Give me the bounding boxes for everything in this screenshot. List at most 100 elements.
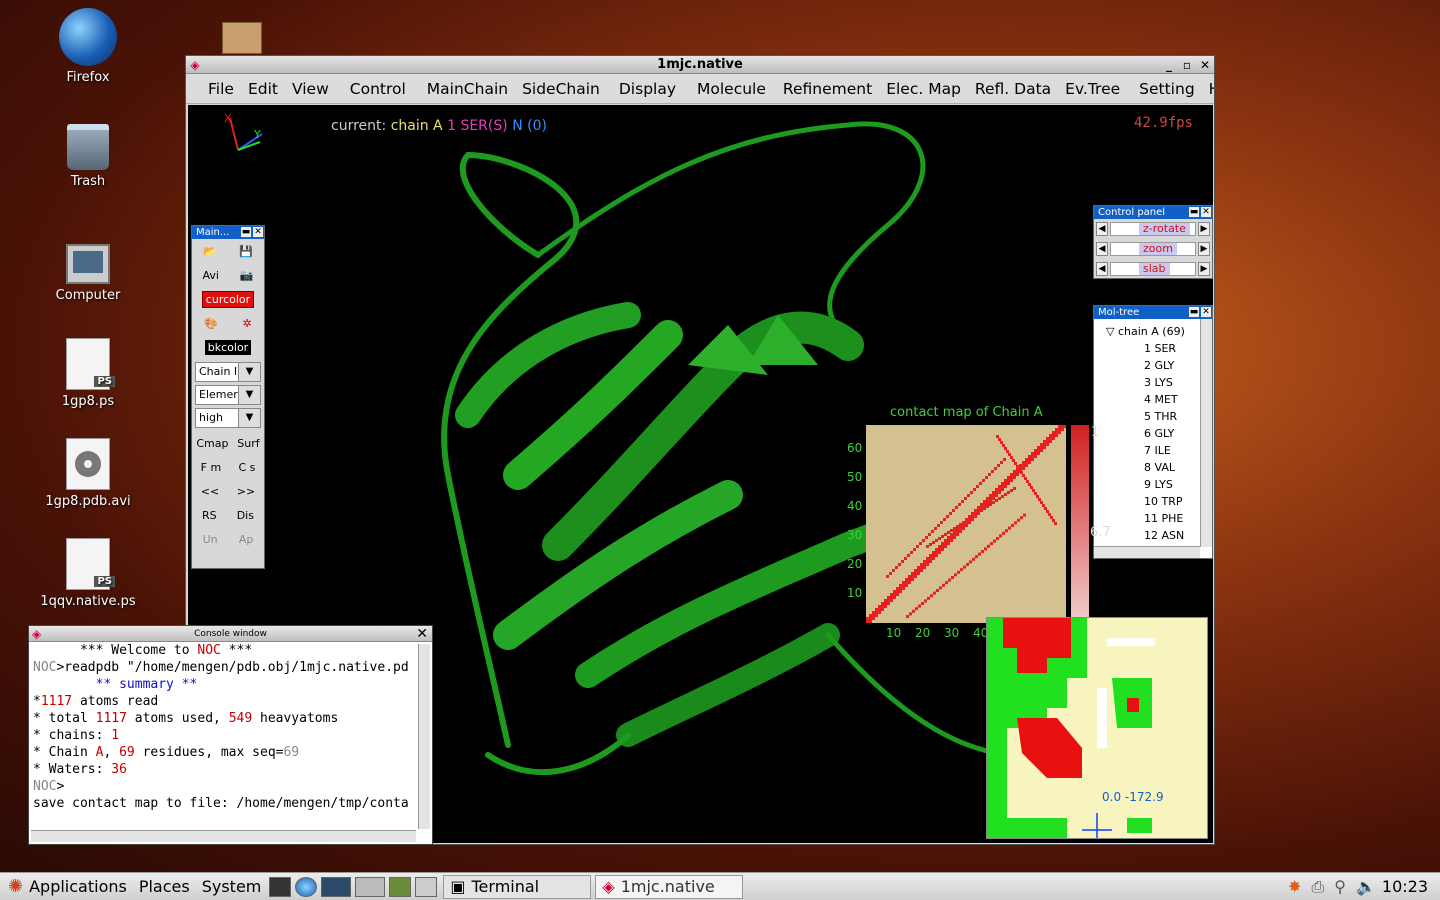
chevron-down-icon[interactable]: ▼ [238,363,260,381]
arrow-left-icon[interactable]: ◀ [1096,262,1108,276]
applications-menu[interactable]: Applications [29,877,127,896]
undo-button[interactable]: Un [203,533,218,546]
window-titlebar[interactable]: ◈ 1mjc.native _ ▫ ✕ [186,56,1214,74]
mol-tree-titlebar[interactable]: Mol-tree ▬ ✕ [1094,306,1212,319]
fm-button[interactable]: F m [201,461,222,474]
save-disk-icon[interactable]: 💾 [239,245,253,258]
triangle-down-icon[interactable]: ▽ [1106,325,1114,338]
next-button[interactable]: >> [237,485,255,498]
task-1mjc-native[interactable]: ◈ 1mjc.native [595,874,744,899]
minimize-button[interactable]: _ [1162,58,1176,72]
menu-mainchain[interactable]: MainChain [427,80,508,98]
tree-node-residue[interactable]: 12 ASN [1094,527,1212,543]
arrow-right-icon[interactable]: ▶ [1198,262,1210,276]
arrow-right-icon[interactable]: ▶ [1198,242,1210,256]
places-menu[interactable]: Places [139,877,190,896]
package-launcher-icon[interactable] [389,876,412,897]
workspace-1-icon[interactable] [321,876,352,897]
avi-button[interactable]: Avi [202,269,218,282]
molecule-color-icon[interactable]: ✲ [243,317,252,330]
close-button[interactable]: ✕ [1198,58,1212,72]
volume-icon[interactable]: 🔈 [1356,877,1376,896]
panel-minimize-icon[interactable]: ▬ [1189,307,1199,317]
open-folder-icon[interactable]: 📂 [203,245,217,258]
camera-icon[interactable]: 📷 [240,269,254,282]
menu-refl-data[interactable]: Refl. Data [975,80,1051,98]
quality-select[interactable]: high ▼ [195,408,261,428]
tree-node-residue[interactable]: 8 VAL [1094,459,1212,476]
desktop-icon-1gp8-ps[interactable]: PS 1gp8.ps [28,338,148,409]
cmap-button[interactable]: Cmap [196,437,228,450]
control-panel-titlebar[interactable]: Control panel ▬ ✕ [1094,206,1212,219]
printer-icon[interactable]: ⎙ [1311,877,1324,897]
menu-control[interactable]: Control [350,80,406,98]
tree-node-residue[interactable]: 7 ILE [1094,442,1212,459]
desktop-icon-1gp8-avi[interactable]: 1gp8.pdb.avi [28,438,148,509]
package-icon[interactable] [222,22,262,54]
rs-button[interactable]: RS [202,509,217,522]
chevron-down-icon[interactable]: ▼ [238,409,260,427]
tree-node-residue[interactable]: 10 TRP [1094,493,1212,510]
dis-button[interactable]: Dis [237,509,254,522]
tree-node-residue[interactable]: 11 PHE [1094,510,1212,527]
network-icon[interactable]: ⚲ [1334,877,1346,896]
system-menu[interactable]: System [202,877,262,896]
paint-bucket-icon[interactable]: 🎨 [204,317,218,330]
tree-node-residue[interactable]: 4 MET [1094,391,1212,408]
panel-minimize-icon[interactable]: ▬ [241,227,251,237]
main-panel-titlebar[interactable]: Main... ▬ ✕ [192,226,264,239]
panel-close-icon[interactable]: ✕ [1201,207,1211,217]
menu-refinement[interactable]: Refinement [783,80,872,98]
prev-button[interactable]: << [201,485,219,498]
maximize-button[interactable]: ▫ [1180,58,1194,72]
ramachandran-plot[interactable]: 0.0 -172.9 [986,617,1208,839]
z-rotate-slider[interactable]: ◀ z-rotate ▶ [1094,219,1212,239]
curcolor-button[interactable]: curcolor [201,290,255,308]
panel-minimize-icon[interactable]: ▬ [1189,207,1199,217]
console-vertical-scrollbar[interactable] [418,644,430,829]
slab-slider[interactable]: ◀ slab ▶ [1094,259,1212,279]
surf-button[interactable]: Surf [237,437,259,450]
horizontal-scrollbar[interactable] [1094,546,1200,558]
console-output[interactable]: *** Welcome to NOC *** NOC>readpdb "/home… [29,642,432,828]
chain-select[interactable]: Chain I ▼ [195,362,261,382]
firefox-launcher-icon[interactable] [295,876,318,897]
tree-node-residue[interactable]: 9 LYS [1094,476,1212,493]
task-terminal[interactable]: ▣ Terminal [443,874,592,899]
console-horizontal-scrollbar[interactable] [31,830,416,842]
vertical-scrollbar[interactable] [1200,319,1212,547]
apply-button[interactable]: Ap [239,533,254,546]
zoom-slider[interactable]: ◀ zoom ▶ [1094,239,1212,259]
update-notifier-icon[interactable]: ✸ [1288,877,1301,896]
arrow-right-icon[interactable]: ▶ [1198,222,1210,236]
screenshot-launcher-icon[interactable] [415,876,438,897]
tree-node-residue[interactable]: 2 GLY [1094,357,1212,374]
arrow-left-icon[interactable]: ◀ [1096,222,1108,236]
tree-node-residue[interactable]: 1 SER [1094,340,1212,357]
arrow-left-icon[interactable]: ◀ [1096,242,1108,256]
ubuntu-logo-icon[interactable]: ✺ [8,876,23,897]
menu-view[interactable]: View [292,80,329,98]
menu-help[interactable]: He [1209,80,1214,98]
console-titlebar[interactable]: ◈ Console window ✕ [29,626,432,642]
menu-setting[interactable]: Setting [1139,80,1195,98]
desktop-icon-firefox[interactable]: Firefox [28,8,148,85]
tree-node-chain[interactable]: ▽ chain A (69) [1094,323,1212,340]
menu-edit[interactable]: Edit [248,80,278,98]
element-select[interactable]: Elemer ▼ [195,385,261,405]
menu-molecule[interactable]: Molecule [697,80,766,98]
console-close-button[interactable]: ✕ [416,626,428,642]
clock[interactable]: 10:23 [1382,877,1428,896]
menu-display[interactable]: Display [619,80,676,98]
panel-close-icon[interactable]: ✕ [253,227,263,237]
menu-sidechain[interactable]: SideChain [522,80,600,98]
desktop-icon-trash[interactable]: Trash [28,124,148,189]
tree-node-residue[interactable]: 5 THR [1094,408,1212,425]
app-icon[interactable]: ◈ [32,626,41,642]
desktop-icon-1qqv-ps[interactable]: PS 1qqv.native.ps [28,538,148,609]
desktop-icon-computer[interactable]: Computer [28,244,148,303]
bkcolor-button[interactable]: bkcolor [204,339,252,355]
cs-button[interactable]: C s [238,461,255,474]
contact-map-plot[interactable] [866,425,1066,623]
chevron-down-icon[interactable]: ▼ [238,386,260,404]
